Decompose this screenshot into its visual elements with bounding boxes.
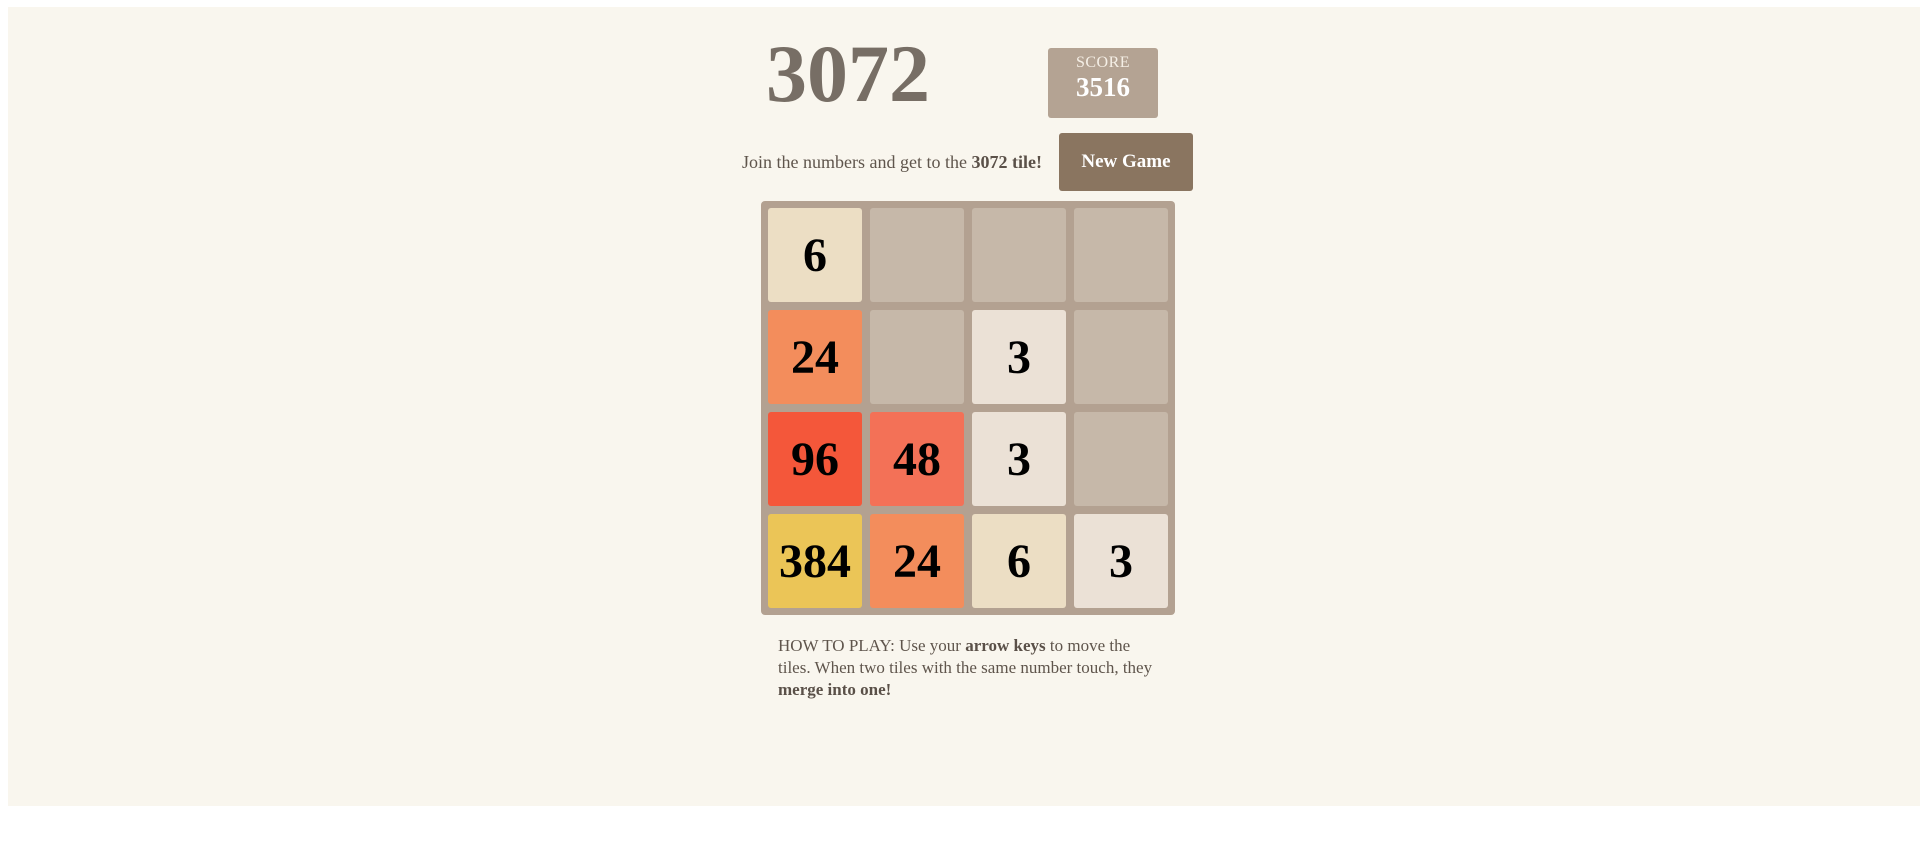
game-board[interactable]: 6 24 3 96 48 3 384 24 6 3 <box>761 201 1175 615</box>
arrow-keys-text: arrow keys <box>965 636 1046 655</box>
tile: 24 <box>768 310 862 404</box>
how-to-play: HOW TO PLAY: Use your arrow keys to move… <box>778 635 1158 701</box>
instructions-prefix: HOW TO PLAY: Use your <box>778 636 966 655</box>
empty-cell <box>870 208 964 302</box>
merge-text: merge into one! <box>778 680 892 699</box>
tile: 6 <box>768 208 862 302</box>
empty-cell <box>870 310 964 404</box>
empty-cell <box>972 208 1066 302</box>
goal-tile-text: 3072 tile! <box>971 152 1042 172</box>
tile: 96 <box>768 412 862 506</box>
tile: 48 <box>870 412 964 506</box>
score-value: 3516 <box>1076 72 1130 102</box>
tile: 3 <box>972 310 1066 404</box>
empty-cell <box>1074 412 1168 506</box>
intro-text: Join the numbers and get to the <box>742 152 972 172</box>
tile: 24 <box>870 514 964 608</box>
tile: 3 <box>1074 514 1168 608</box>
score-box: SCORE 3516 <box>1048 48 1158 118</box>
game-title: 3072 <box>766 28 930 119</box>
score-label: SCORE <box>1075 54 1131 71</box>
tile: 6 <box>972 514 1066 608</box>
game-page: 3072 SCORE 3516 Join the numbers and get… <box>8 7 1920 806</box>
tile: 3 <box>972 412 1066 506</box>
empty-cell <box>1074 208 1168 302</box>
empty-cell <box>1074 310 1168 404</box>
game-intro: Join the numbers and get to the 3072 til… <box>742 152 1042 173</box>
tile: 384 <box>768 514 862 608</box>
new-game-button[interactable]: New Game <box>1059 133 1193 191</box>
